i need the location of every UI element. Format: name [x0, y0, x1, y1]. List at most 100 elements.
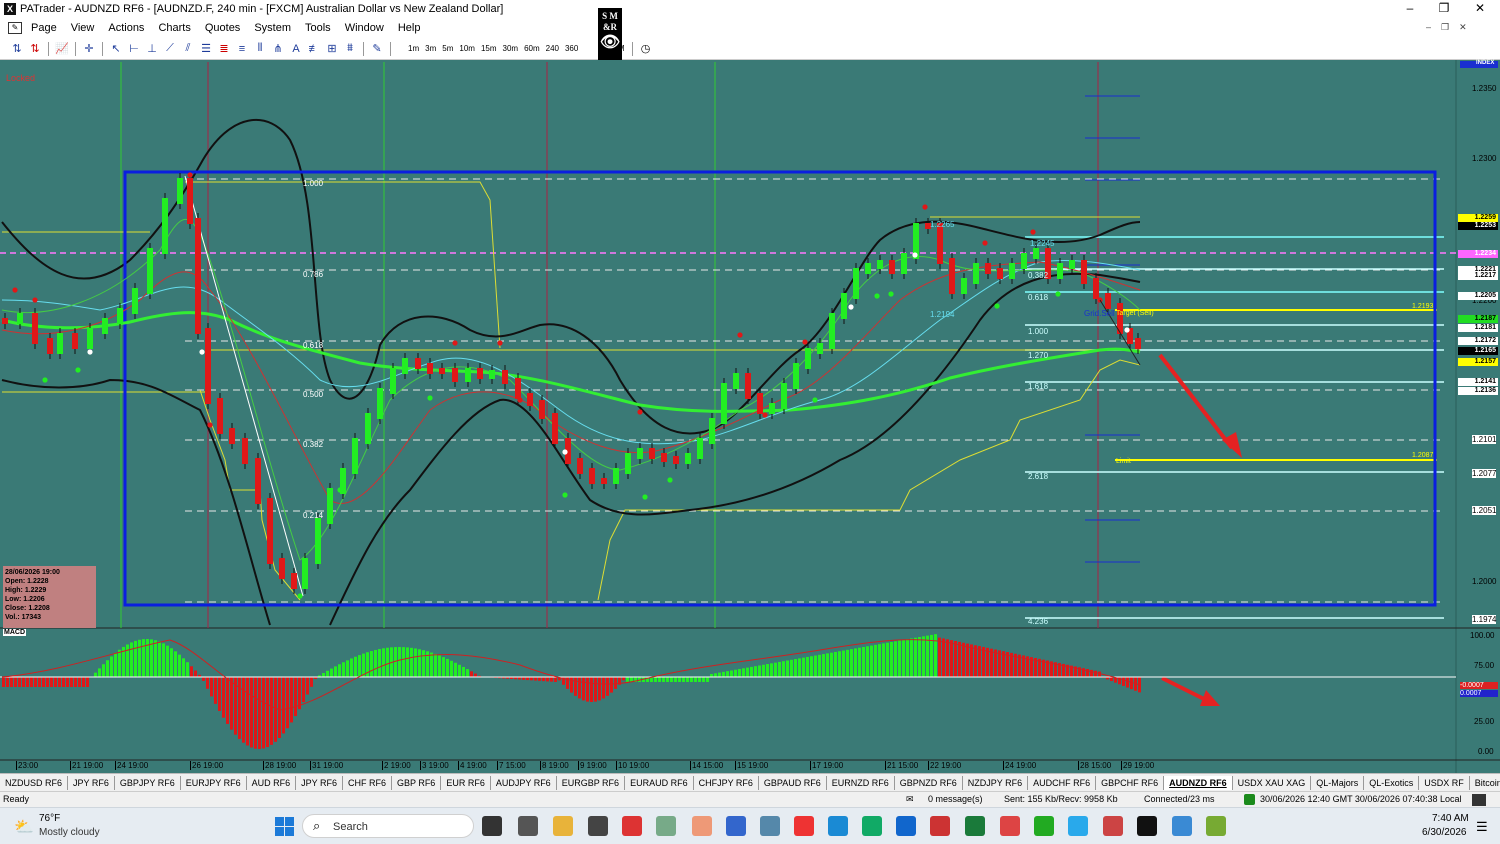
chrome-icon[interactable]: [622, 816, 642, 836]
vline-tool-icon[interactable]: ⊥: [143, 40, 161, 58]
menu-actions[interactable]: Actions: [101, 18, 151, 38]
stock-icon[interactable]: [862, 816, 882, 836]
hline-tool-icon[interactable]: ⊢: [125, 40, 143, 58]
minimize-button[interactable]: –: [1392, 0, 1428, 18]
menu-quotes[interactable]: Quotes: [198, 18, 247, 38]
smr-taskbar-icon[interactable]: [1137, 816, 1157, 836]
tab-ql-exotics[interactable]: QL-Exotics: [1364, 775, 1420, 790]
chart-canvas[interactable]: [0, 60, 1500, 773]
tf-15m[interactable]: 15m: [478, 44, 500, 53]
tab-audnzd-rf6[interactable]: AUDNZD RF6: [1164, 775, 1233, 790]
paint-icon[interactable]: [692, 816, 712, 836]
limit-label: Limit: [1116, 458, 1131, 465]
tab-gbpnzd-rf6[interactable]: GBPNZD RF6: [895, 775, 963, 790]
menu-system[interactable]: System: [247, 18, 298, 38]
taskbar-search[interactable]: ⌕ Search: [302, 814, 474, 838]
menu-help[interactable]: Help: [391, 18, 428, 38]
tf-60m[interactable]: 60m: [521, 44, 543, 53]
tab-chfjpy-rf6[interactable]: CHFJPY RF6: [694, 775, 759, 790]
tab-gbp-rf6[interactable]: GBP RF6: [392, 775, 442, 790]
w-app-icon[interactable]: [1206, 816, 1226, 836]
menu-view[interactable]: View: [64, 18, 102, 38]
tab-jpy-rf6[interactable]: JPY RF6: [68, 775, 115, 790]
menu-tools[interactable]: Tools: [298, 18, 338, 38]
tab-nzdjpy-rf6[interactable]: NZDJPY RF6: [963, 775, 1029, 790]
skype-icon[interactable]: [828, 816, 848, 836]
fib-retrace-icon[interactable]: ≡: [233, 40, 251, 58]
arrow-tool-icon[interactable]: ⊞: [323, 40, 341, 58]
price-axis-1.1974: 1.1974: [1472, 615, 1497, 624]
chart-icon[interactable]: 📈: [53, 40, 71, 58]
tab-ql-majors[interactable]: QL-Majors: [1311, 775, 1365, 790]
tf-360[interactable]: 360: [562, 44, 581, 53]
tab-gbpchf-rf6[interactable]: GBPCHF RF6: [1096, 775, 1165, 790]
tab-eurjpy-rf6[interactable]: EURJPY RF6: [181, 775, 247, 790]
cursor-icon[interactable]: ↖: [107, 40, 125, 58]
fib-ext-icon[interactable]: ≣: [215, 40, 233, 58]
text-icon[interactable]: A: [287, 40, 305, 58]
tf-10m[interactable]: 10m: [456, 44, 478, 53]
app4-icon[interactable]: [1034, 816, 1054, 836]
menu-page[interactable]: Page: [24, 18, 64, 38]
fib-icon[interactable]: ☰: [197, 40, 215, 58]
page-icon[interactable]: ✎: [8, 22, 22, 34]
maximize-button[interactable]: ❐: [1426, 0, 1462, 18]
notes-icon[interactable]: [726, 816, 746, 836]
cycle-icon[interactable]: ⩩: [341, 40, 359, 58]
tab-gbpjpy-rf6[interactable]: GBPJPY RF6: [115, 775, 181, 790]
app5-icon[interactable]: [1103, 816, 1123, 836]
tab-aud-rf6[interactable]: AUD RF6: [247, 775, 297, 790]
crosshair-icon[interactable]: ✛: [80, 40, 98, 58]
close-button[interactable]: ✕: [1462, 0, 1498, 18]
tab-bitcoin[interactable]: Bitcoin: [1470, 776, 1500, 790]
outlook-icon[interactable]: [896, 816, 916, 836]
gann-icon[interactable]: ⋔: [269, 40, 287, 58]
buy-arrow-icon[interactable]: ⇅: [8, 40, 26, 58]
tf-1m[interactable]: 1m: [405, 44, 422, 53]
tab-nzdusd-rf6[interactable]: NZDUSD RF6: [0, 775, 69, 790]
tab-audchf-rf6[interactable]: AUDCHF RF6: [1028, 775, 1097, 790]
tab-eurnzd-rf6[interactable]: EURNZD RF6: [827, 775, 895, 790]
candle-body: [781, 383, 787, 409]
fib-time-icon[interactable]: ⦀: [251, 40, 269, 58]
start-icon[interactable]: [275, 817, 294, 836]
app-icon[interactable]: [588, 816, 608, 836]
s-app-icon[interactable]: [794, 816, 814, 836]
tab-chf-rf6[interactable]: CHF RF6: [343, 775, 392, 790]
tf-5m[interactable]: 5m: [439, 44, 456, 53]
tf-240[interactable]: 240: [543, 44, 562, 53]
smr-logo[interactable]: S M &R 👁: [598, 8, 622, 60]
photos-icon[interactable]: [760, 816, 780, 836]
tab-jpy-rf6[interactable]: JPY RF6: [296, 775, 343, 790]
mdi-controls[interactable]: – ❐ ✕: [1426, 22, 1467, 33]
menu-window[interactable]: Window: [338, 18, 391, 38]
excel-icon[interactable]: [965, 816, 985, 836]
clock-icon[interactable]: ◷: [637, 40, 655, 58]
file-explorer-icon[interactable]: [553, 816, 573, 836]
tab-eurgbp-rf6[interactable]: EURGBP RF6: [557, 775, 626, 790]
tf-30m[interactable]: 30m: [500, 44, 522, 53]
tab-eur-rf6[interactable]: EUR RF6: [441, 775, 491, 790]
calendar-icon[interactable]: [1172, 816, 1192, 836]
trendline-icon[interactable]: ⟋: [161, 40, 179, 58]
tab-usdx-rf[interactable]: USDX RF: [1419, 775, 1470, 790]
calculator-icon[interactable]: [518, 816, 538, 836]
sell-arrow-icon[interactable]: ⇅: [26, 40, 44, 58]
menu-charts[interactable]: Charts: [151, 18, 197, 38]
tab-audjpy-rf6[interactable]: AUDJPY RF6: [491, 775, 557, 790]
channel-icon[interactable]: ⫽: [179, 40, 197, 58]
notification-icon[interactable]: ☰: [1476, 819, 1488, 835]
tab-euraud-rf6[interactable]: EURAUD RF6: [625, 775, 694, 790]
tab-gbpaud-rf6[interactable]: GBPAUD RF6: [759, 775, 827, 790]
pencil-icon[interactable]: ✎: [368, 40, 386, 58]
telegram-icon[interactable]: [1068, 816, 1088, 836]
task-view-icon[interactable]: [482, 816, 502, 836]
tab-usdx-xau-xag[interactable]: USDX XAU XAG: [1233, 775, 1312, 790]
app3-icon[interactable]: [1000, 816, 1020, 836]
tf-3m[interactable]: 3m: [422, 44, 439, 53]
weather-icon[interactable]: ⛅: [14, 817, 34, 837]
app2-icon[interactable]: [930, 816, 950, 836]
patrader-icon[interactable]: [656, 816, 676, 836]
pitchfork-icon[interactable]: ≢: [305, 40, 323, 58]
chart-area[interactable]: Locked INDEX 1.2350 1.2300 1.2200 1.2101…: [0, 60, 1500, 773]
